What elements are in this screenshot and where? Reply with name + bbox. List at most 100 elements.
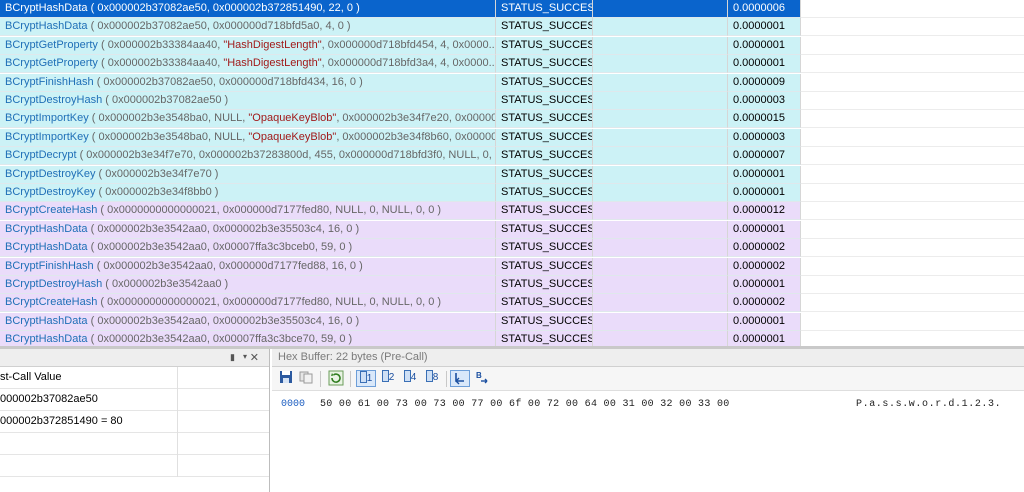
api-arguments: ( 0x000002b3e34f7e70 ) [95, 167, 219, 180]
api-function-name: BCryptHashData [5, 20, 88, 33]
api-function-name: BCryptHashData [5, 241, 88, 254]
duration: 0.0000001 [728, 165, 801, 184]
return-status: STATUS_SUCCESS [496, 73, 593, 92]
parameter-row[interactable]: 000002b37082ae50 [0, 389, 269, 411]
api-function-name: BCryptDestroyHash [5, 94, 103, 106]
return-status: STATUS_SUCCESS [496, 147, 593, 166]
duration: 0.0000007 [728, 147, 801, 166]
api-arguments: ( 0x000002b33384aa40, [97, 57, 224, 70]
api-call-row[interactable]: BCryptHashData ( 0x000002b3e3542aa0, 0x0… [0, 331, 1024, 346]
empty-cell [593, 0, 728, 18]
empty-cell [801, 18, 1024, 37]
api-call-cell: BCryptGetProperty ( 0x000002b33384aa40, … [0, 55, 496, 74]
parameters-header-row: st-Call Value [0, 367, 269, 389]
api-function-name: BCryptImportKey [5, 130, 89, 143]
duration: 0.0000001 [728, 36, 801, 55]
byte-width-1-button[interactable]: 1 [356, 370, 376, 387]
little-endian-icon[interactable] [450, 370, 470, 387]
hex-dump-view[interactable]: 0000 50 00 61 00 73 00 73 00 77 00 6f 00… [272, 391, 1024, 492]
api-call-cell: BCryptHashData ( 0x000002b37082ae50, 0x0… [0, 0, 496, 18]
hex-toolbar: 1 2 4 8 B [272, 367, 1024, 391]
duration: 0.0000001 [728, 220, 801, 239]
close-icon[interactable]: ✕ [250, 351, 259, 364]
duration: 0.0000001 [728, 184, 801, 202]
api-arguments: ( 0x000002b37082ae50, 0x000002b372851490… [87, 2, 360, 14]
hex-buffer-pane: Hex Buffer: 22 bytes (Pre-Call) 1 2 4 8 [272, 349, 1024, 492]
empty-cell [801, 147, 1024, 166]
empty-cell [593, 92, 728, 110]
empty-cell [593, 331, 728, 346]
duration: 0.0000002 [728, 239, 801, 258]
api-call-cell: BCryptFinishHash ( 0x000002b3e3542aa0, 0… [0, 257, 496, 276]
save-icon[interactable] [278, 370, 294, 387]
api-call-row[interactable]: BCryptHashData ( 0x000002b3e3542aa0, 0x0… [0, 312, 1024, 331]
parameter-value: 000002b37082ae50 [0, 389, 178, 411]
empty-cell [593, 147, 728, 166]
api-call-row[interactable]: BCryptGetProperty ( 0x000002b33384aa40, … [0, 36, 1024, 55]
dropdown-icon[interactable]: ▾ [243, 352, 247, 361]
api-call-row[interactable]: BCryptGetProperty ( 0x000002b33384aa40, … [0, 55, 1024, 74]
parameter-value-empty [0, 433, 178, 455]
api-call-row[interactable]: BCryptDecrypt ( 0x000002b3e34f7e70, 0x00… [0, 147, 1024, 166]
api-call-row[interactable]: BCryptCreateHash ( 0x0000000000000021, 0… [0, 202, 1024, 221]
refresh-icon[interactable] [328, 370, 344, 387]
return-status: STATUS_SUCCESS [496, 18, 593, 37]
string-argument: "HashDigestLength" [223, 38, 322, 51]
return-status: STATUS_SUCCESS [496, 202, 593, 221]
post-call-value-column-header[interactable]: st-Call Value [0, 367, 178, 389]
api-call-row[interactable]: BCryptHashData ( 0x000002b37082ae50, 0x0… [0, 18, 1024, 37]
api-arguments: ( 0x000002b3e3542aa0, 0x000000d7177fed88… [93, 259, 363, 272]
api-arguments: ( 0x000002b3e3542aa0, 0x00007ffa3c3bceb0… [87, 241, 353, 254]
empty-cell [801, 110, 1024, 129]
return-status: STATUS_SUCCESS [496, 294, 593, 313]
empty-cell [593, 312, 728, 331]
api-function-name: BCryptHashData [5, 314, 88, 327]
return-status: STATUS_SUCCESS [496, 257, 593, 276]
api-call-grid[interactable]: BCryptHashData ( 0x000002b37082ae50, 0x0… [0, 0, 1024, 346]
duration: 0.0000003 [728, 92, 801, 110]
duration: 0.0000001 [728, 18, 801, 37]
api-call-cell: BCryptGetProperty ( 0x000002b33384aa40, … [0, 36, 496, 55]
empty-cell [801, 165, 1024, 184]
api-arguments: , 0x000000d718bfd3a4, 4, 0x0000... [321, 57, 496, 70]
api-call-row[interactable]: BCryptImportKey ( 0x000002b3e3548ba0, NU… [0, 128, 1024, 147]
api-call-row[interactable]: BCryptImportKey ( 0x000002b3e3548ba0, NU… [0, 110, 1024, 129]
api-arguments: ( 0x000002b3e3542aa0, 0x000002b3e35503c4… [87, 314, 360, 327]
toolbar-separator [320, 371, 321, 387]
empty-cell [593, 18, 728, 37]
api-call-cell: BCryptDestroyHash ( 0x000002b37082ae50 ) [0, 92, 496, 110]
empty-cell [801, 239, 1024, 258]
pin-icon[interactable]: ▮ [230, 352, 235, 363]
api-call-cell: BCryptImportKey ( 0x000002b3e3548ba0, NU… [0, 110, 496, 129]
return-status: STATUS_SUCCESS [496, 165, 593, 184]
api-call-row[interactable]: BCryptDestroyHash ( 0x000002b37082ae50 )… [0, 92, 1024, 110]
api-call-row[interactable]: BCryptFinishHash ( 0x000002b37082ae50, 0… [0, 73, 1024, 92]
api-function-name: BCryptGetProperty [5, 38, 98, 51]
parameter-row[interactable]: 000002b372851490 = 80 [0, 411, 269, 433]
api-function-name: BCryptDestroyKey [5, 186, 96, 198]
api-call-row[interactable]: BCryptDestroyKey ( 0x000002b3e34f7e70 ) S… [0, 165, 1024, 184]
api-call-row[interactable]: BCryptCreateHash ( 0x0000000000000021, 0… [0, 294, 1024, 313]
api-call-row[interactable]: BCryptDestroyKey ( 0x000002b3e34f8bb0 ) S… [0, 184, 1024, 202]
empty-cell [801, 55, 1024, 74]
api-call-row[interactable]: BCryptFinishHash ( 0x000002b3e3542aa0, 0… [0, 257, 1024, 276]
api-call-cell: BCryptDestroyKey ( 0x000002b3e34f7e70 ) [0, 165, 496, 184]
byte-width-8-button[interactable]: 8 [422, 370, 442, 387]
copy-icon[interactable] [298, 370, 314, 387]
api-call-row[interactable]: BCryptDestroyHash ( 0x000002b3e3542aa0 )… [0, 276, 1024, 294]
api-call-cell: BCryptImportKey ( 0x000002b3e3548ba0, NU… [0, 128, 496, 147]
api-function-name: BCryptDestroyKey [5, 167, 96, 180]
string-argument: "HashDigestLength" [223, 57, 322, 70]
byte-width-2-button[interactable]: 2 [378, 370, 398, 387]
api-call-cell: BCryptDestroyHash ( 0x000002b3e3542aa0 ) [0, 276, 496, 294]
api-call-row[interactable]: BCryptHashData ( 0x000002b37082ae50, 0x0… [0, 0, 1024, 18]
api-call-row[interactable]: BCryptHashData ( 0x000002b3e3542aa0, 0x0… [0, 239, 1024, 258]
api-arguments: ( 0x000002b37082ae50, 0x000000d718bfd434… [93, 75, 363, 88]
api-call-cell: BCryptCreateHash ( 0x0000000000000021, 0… [0, 202, 496, 221]
big-endian-icon[interactable]: B [472, 370, 492, 387]
api-arguments: ( 0x000002b3e3542aa0 ) [102, 278, 229, 290]
byte-width-4-button[interactable]: 4 [400, 370, 420, 387]
empty-cell [593, 184, 728, 202]
api-call-row[interactable]: BCryptHashData ( 0x000002b3e3542aa0, 0x0… [0, 220, 1024, 239]
toolbar-separator [350, 371, 351, 387]
